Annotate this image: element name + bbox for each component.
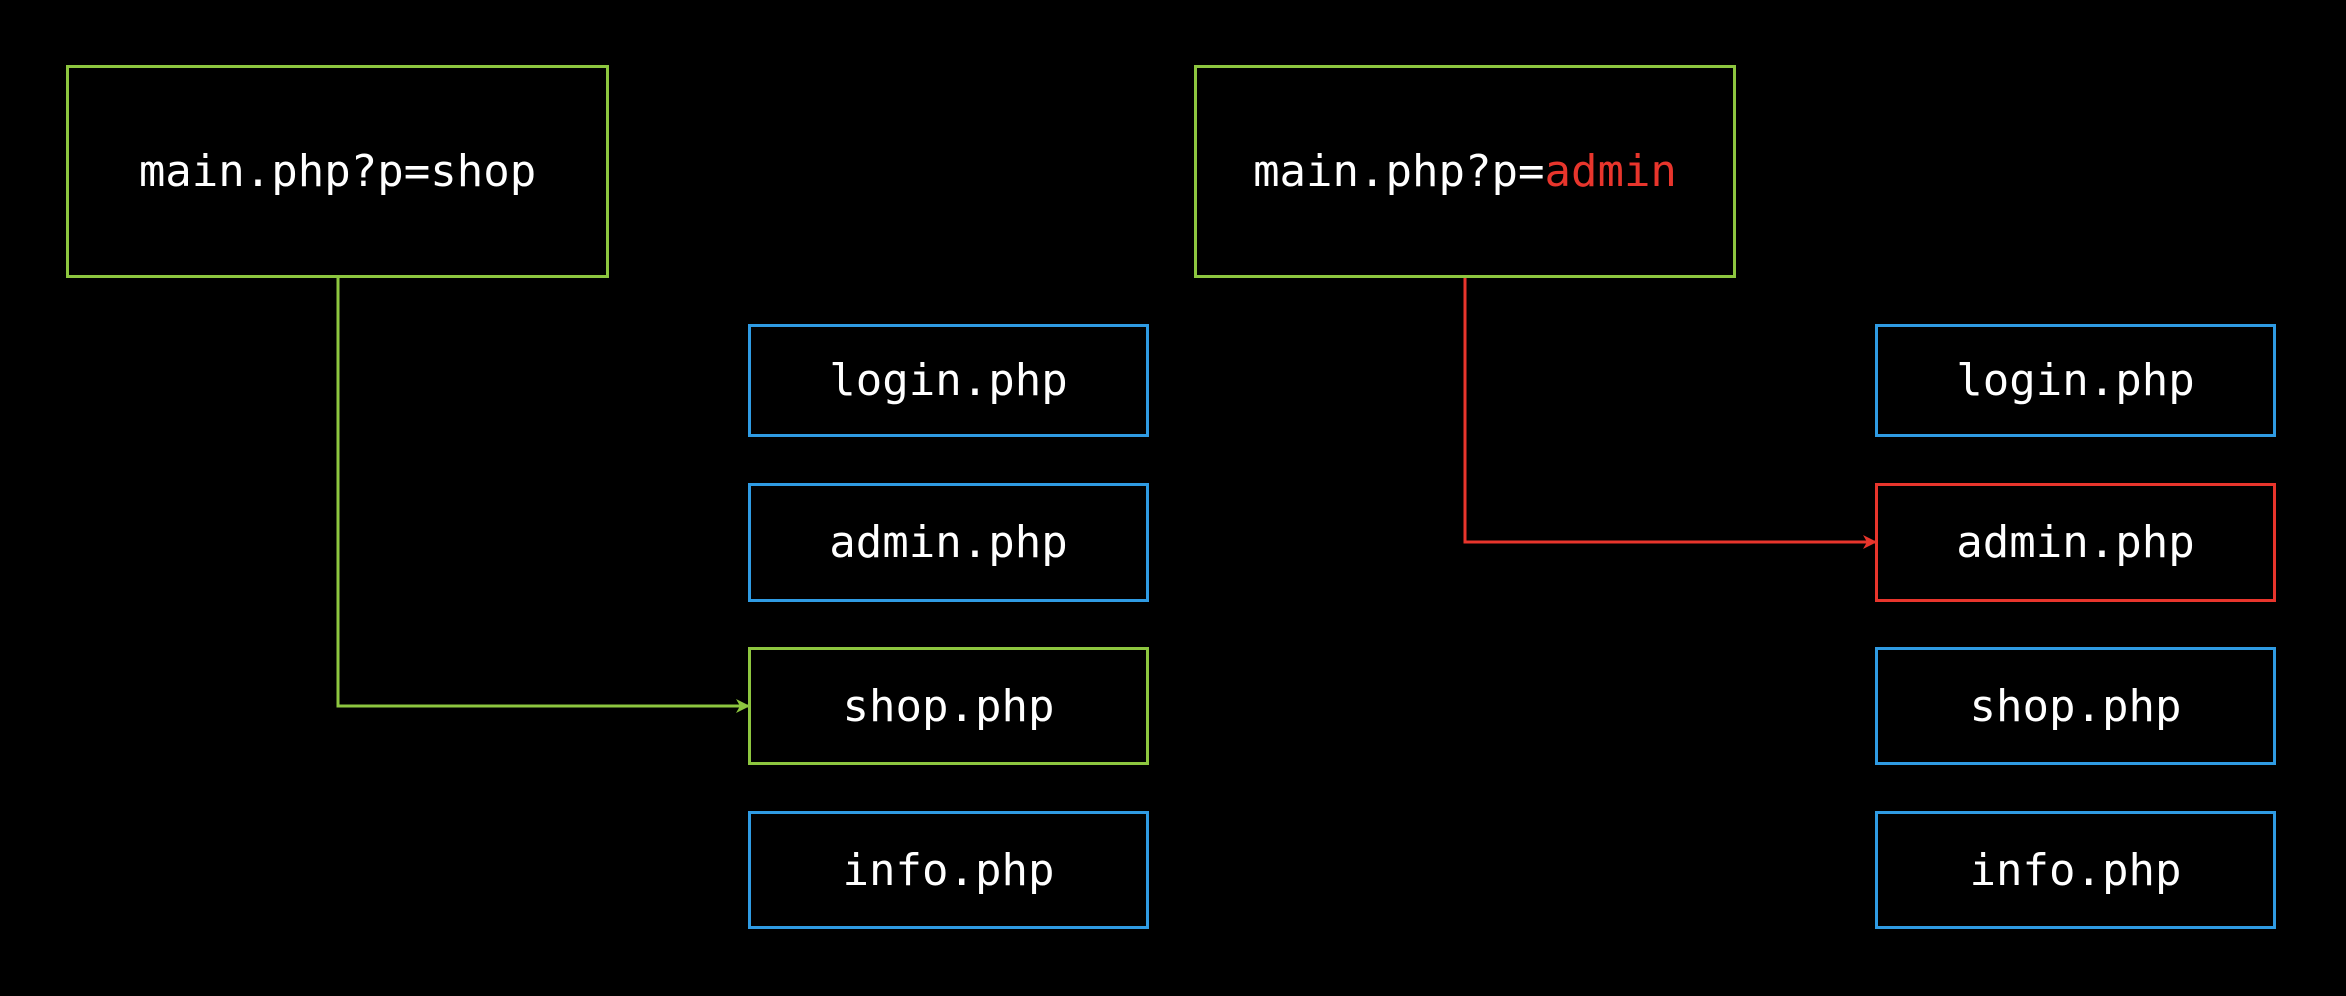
file-box-login: login.php — [748, 324, 1149, 437]
file-box-info: info.php — [1875, 811, 2276, 929]
file-label: info.php — [842, 844, 1055, 896]
file-label: shop.php — [1969, 680, 2182, 732]
source-url-prefix: main.php?p= — [1253, 146, 1545, 197]
file-box-admin: admin.php — [748, 483, 1149, 602]
source-url-param: shop — [430, 146, 537, 197]
file-label: admin.php — [829, 517, 1068, 568]
file-box-admin-target: admin.php — [1875, 483, 2276, 602]
source-url-prefix: main.php?p= — [138, 146, 431, 197]
file-label: info.php — [1969, 844, 2182, 896]
file-label: shop.php — [842, 680, 1055, 732]
file-label: login.php — [1956, 355, 2195, 406]
admin-include-arrow — [1463, 278, 1877, 549]
source-box-admin: main.php?p= admin — [1194, 65, 1736, 278]
file-box-shop: shop.php — [1875, 647, 2276, 765]
file-box-info: info.php — [748, 811, 1149, 929]
source-box-shop: main.php?p= shop — [66, 65, 609, 278]
file-label: login.php — [829, 355, 1068, 406]
file-box-login: login.php — [1875, 324, 2276, 437]
shop-include-arrow — [336, 278, 750, 713]
file-box-shop-target: shop.php — [748, 647, 1149, 765]
file-label: admin.php — [1956, 517, 2195, 568]
source-url-param-highlighted: admin — [1544, 146, 1677, 197]
